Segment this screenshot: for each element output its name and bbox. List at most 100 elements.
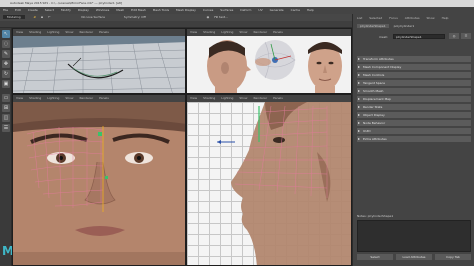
mesh-overlay-reference xyxy=(254,40,296,80)
copy-tab-button[interactable]: Copy Tab xyxy=(435,254,471,260)
node-tab-shape[interactable]: pCylinderShape1 xyxy=(357,24,389,28)
ae-tab-selected[interactable]: Selected xyxy=(369,16,382,20)
main-menu-bar: File Edit Create Select Modify Display W… xyxy=(0,7,474,14)
menu-mesh-display[interactable]: Mesh Display xyxy=(176,8,196,12)
viewport-menu-show[interactable]: Show xyxy=(65,96,73,100)
ae-tab-help[interactable]: Help xyxy=(442,16,449,20)
select-tool-icon[interactable]: ↖ xyxy=(2,30,10,38)
section-extra-attributes[interactable]: Extra Attributes xyxy=(357,136,471,142)
ae-tab-focus[interactable]: Focus xyxy=(389,16,398,20)
menu-create[interactable]: Create xyxy=(28,8,38,12)
menu-mesh[interactable]: Mesh xyxy=(116,8,124,12)
viewport-menu-lighting[interactable]: Lighting xyxy=(221,96,233,100)
menu-modify[interactable]: Modify xyxy=(61,8,71,12)
menu-edit[interactable]: Edit xyxy=(15,8,21,12)
section-mesh-component-display[interactable]: Mesh Component Display xyxy=(357,64,471,70)
viewport-menu-view[interactable]: View xyxy=(16,30,23,34)
section-render-stats[interactable]: Render Stats xyxy=(357,104,471,110)
layout-outliner-icon[interactable]: ☰ xyxy=(2,124,10,132)
notes-textarea[interactable] xyxy=(357,220,471,252)
load-attributes-button[interactable]: Load Attributes xyxy=(396,254,432,260)
focus-icon[interactable]: ◎ xyxy=(449,33,459,39)
mesh-label: mesh: xyxy=(379,35,389,39)
render-icon[interactable]: ◉ xyxy=(207,15,210,19)
select-button[interactable]: Select xyxy=(357,254,393,260)
section-uuid[interactable]: UUID xyxy=(357,128,471,134)
viewport-menu-renderer[interactable]: Renderer xyxy=(79,96,93,100)
section-displacement-map[interactable]: Displacement Map xyxy=(357,96,471,102)
side-view-canvas xyxy=(217,102,351,265)
section-smooth-mesh[interactable]: Smooth Mesh xyxy=(357,88,471,94)
lasso-tool-icon[interactable]: ◌ xyxy=(2,40,10,48)
viewport-menu-lighting[interactable]: Lighting xyxy=(221,30,233,34)
section-node-behavior[interactable]: Node Behavior xyxy=(357,120,471,126)
viewport-menu-shading[interactable]: Shading xyxy=(29,30,41,34)
menu-file[interactable]: File xyxy=(3,8,8,12)
menu-curves[interactable]: Curves xyxy=(203,8,213,12)
layout-four-icon[interactable]: ⊞ xyxy=(2,104,10,112)
reference-images-canvas xyxy=(187,36,351,93)
section-mesh-controls[interactable]: Mesh Controls xyxy=(357,72,471,78)
viewport-menu-panels[interactable]: Panels xyxy=(99,30,109,34)
undo-icon[interactable]: ↶ xyxy=(48,15,51,19)
node-tab-poly[interactable]: polyCylinder1 xyxy=(394,24,415,28)
paint-select-icon[interactable]: ✎ xyxy=(2,50,10,58)
attribute-editor-tabs: List Selected Focus Attributes Show Help xyxy=(357,16,454,20)
viewport-menu-bar: View Shading Lighting Show Renderer Pane… xyxy=(13,95,185,102)
viewport-menu-panels[interactable]: Panels xyxy=(273,96,283,100)
scale-tool-icon[interactable]: ▣ xyxy=(2,80,10,88)
menu-cache[interactable]: Cache xyxy=(291,8,300,12)
viewport-menu-lighting[interactable]: Lighting xyxy=(47,30,59,34)
window-title: Autodesk Maya 2015 SP1 - C:\...\scenes\M… xyxy=(10,1,122,5)
viewport-menu-panels[interactable]: Panels xyxy=(273,30,283,34)
menu-generate[interactable]: Generate xyxy=(270,8,284,12)
presets-icon[interactable]: ☰ xyxy=(461,33,471,39)
layout-single-icon[interactable]: ▭ xyxy=(2,94,10,102)
ae-tab-list[interactable]: List xyxy=(357,16,362,20)
viewport-menu-panels[interactable]: Panels xyxy=(99,96,109,100)
viewport-bottom-right[interactable]: View Shading Lighting Show Renderer Pane… xyxy=(186,94,352,266)
menu-windows[interactable]: Windows xyxy=(96,8,109,12)
viewport-bottom-left[interactable]: View Shading Lighting Show Renderer Pane… xyxy=(12,94,186,266)
mode-selector[interactable]: Modeling xyxy=(3,15,25,19)
viewport-top-left[interactable]: View Shading Lighting Show Renderer Pane… xyxy=(12,28,186,94)
mesh-name-field[interactable]: pCylinderShape1 xyxy=(393,34,445,39)
viewport-menu-view[interactable]: View xyxy=(190,30,197,34)
menu-display[interactable]: Display xyxy=(78,8,89,12)
menu-mesh-tools[interactable]: Mesh Tools xyxy=(153,8,169,12)
rotate-tool-icon[interactable]: ↻ xyxy=(2,70,10,78)
menu-select[interactable]: Select xyxy=(45,8,54,12)
viewport-menu-bar: View Shading Lighting Show Renderer Pane… xyxy=(187,95,351,102)
live-surface-field[interactable]: No Live Surface xyxy=(81,15,105,19)
viewport-menu-shading[interactable]: Shading xyxy=(203,30,215,34)
menu-surfaces[interactable]: Surfaces xyxy=(220,8,233,12)
viewport-top-right[interactable]: View Shading Lighting Show Renderer Pane… xyxy=(186,28,352,94)
symmetry-field[interactable]: Symmetry: Off xyxy=(124,15,146,19)
ae-tab-attributes[interactable]: Attributes xyxy=(405,16,420,20)
viewport-menu-shading[interactable]: Shading xyxy=(203,96,215,100)
menu-deform[interactable]: Deform xyxy=(240,8,251,12)
section-object-display[interactable]: Object Display xyxy=(357,112,471,118)
input-field[interactable]: Fill text... xyxy=(214,15,228,19)
menu-help[interactable]: Help xyxy=(307,8,314,12)
viewport-menu-show[interactable]: Show xyxy=(239,30,247,34)
move-tool-icon[interactable]: ✥ xyxy=(2,60,10,68)
ae-tab-show[interactable]: Show xyxy=(427,16,435,20)
maya-logo-icon: M xyxy=(2,244,14,258)
viewport-menu-show[interactable]: Show xyxy=(239,96,247,100)
viewport-menu-renderer[interactable]: Renderer xyxy=(253,96,267,100)
viewport-menu-view[interactable]: View xyxy=(190,96,197,100)
viewport-menu-lighting[interactable]: Lighting xyxy=(47,96,59,100)
save-icon[interactable]: ▪ xyxy=(41,15,43,19)
section-transform-attributes[interactable]: Transform Attributes xyxy=(357,56,471,62)
folder-icon[interactable]: ▰ xyxy=(34,15,36,19)
layout-two-icon[interactable]: ◫ xyxy=(2,114,10,122)
section-tangent-space[interactable]: Tangent Space xyxy=(357,80,471,86)
viewport-menu-view[interactable]: View xyxy=(16,96,23,100)
menu-edit-mesh[interactable]: Edit Mesh xyxy=(131,8,146,12)
viewport-menu-renderer[interactable]: Renderer xyxy=(253,30,267,34)
viewport-menu-renderer[interactable]: Renderer xyxy=(79,30,93,34)
viewport-menu-show[interactable]: Show xyxy=(65,30,73,34)
menu-uv[interactable]: UV xyxy=(258,8,262,12)
viewport-menu-shading[interactable]: Shading xyxy=(29,96,41,100)
